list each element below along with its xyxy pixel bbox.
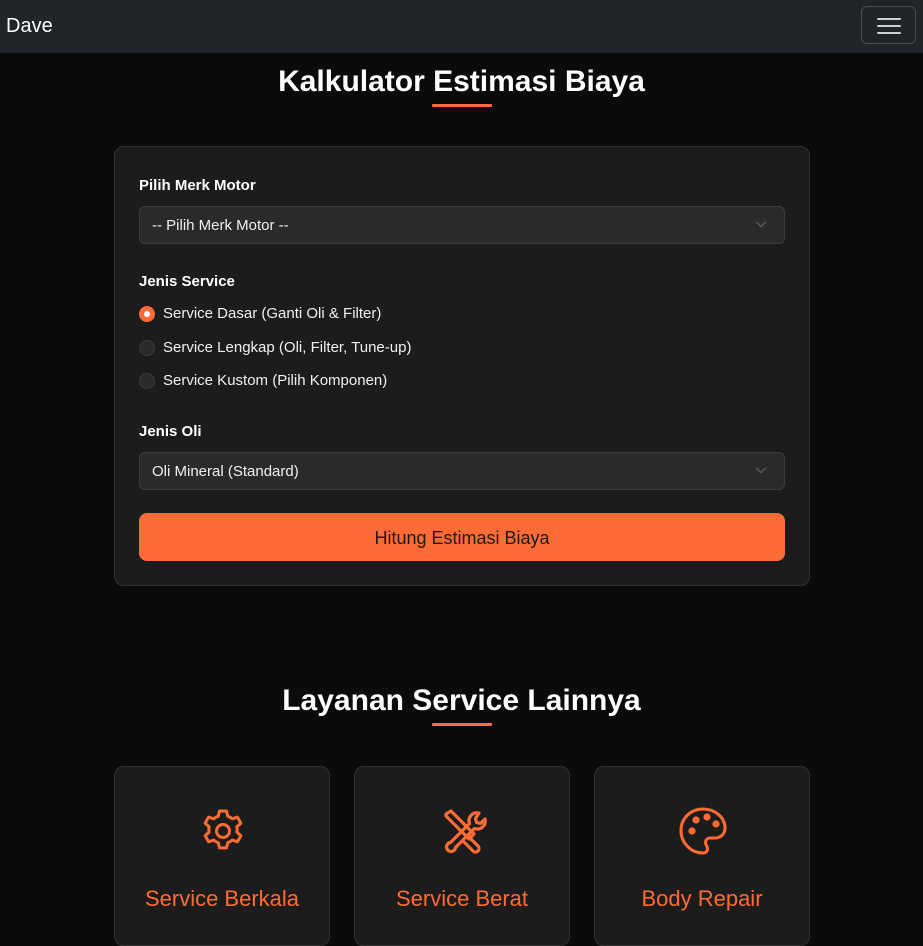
palette-icon [679,807,727,855]
gear-icon [203,809,243,850]
radio-button[interactable] [139,373,155,389]
service-card-body-repair[interactable]: Body Repair [594,766,810,946]
services-title: Layanan Service Lainnya [282,684,641,717]
radio-service-dasar[interactable]: Service Dasar (Ganti Oli & Filter) [139,303,539,325]
radio-label: Service Dasar (Ganti Oli & Filter) [163,305,382,322]
radio-service-kustom[interactable]: Service Kustom (Pilih Komponen) [139,370,539,392]
calculator-card: Pilih Merk Motor -- Pilih Merk Motor -- … [114,146,810,586]
calculator-title: Kalkulator Estimasi Biaya [278,65,645,98]
calculator-title-underline [432,104,492,107]
service-card-title: Service Berkala [144,886,300,911]
chevron-down-icon [755,221,767,228]
service-card-title: Body Repair [641,886,763,911]
radio-label: Service Lengkap (Oli, Filter, Tune-up) [163,339,412,356]
radio-service-lengkap[interactable]: Service Lengkap (Oli, Filter, Tune-up) [139,337,539,359]
service-card-berkala[interactable]: Service Berkala [114,766,330,946]
oil-type-label: Jenis Oli [139,423,202,440]
service-type-label: Jenis Service [139,273,235,290]
radio-button[interactable] [139,340,155,356]
navbar: Dave [0,0,923,53]
oil-select-value: Oli Mineral (Standard) [152,463,299,480]
service-card-title: Service Berat [395,886,529,911]
brand-select-value: -- Pilih Merk Motor -- [152,217,289,234]
oil-select[interactable]: Oli Mineral (Standard) [139,452,785,490]
services-title-underline [432,723,492,726]
radio-label: Service Kustom (Pilih Komponen) [163,372,388,389]
service-card-berat[interactable]: Service Berat [354,766,570,946]
brand-logo-text[interactable]: Dave [6,14,53,38]
brand-select-label: Pilih Merk Motor [139,177,256,194]
calculate-estimate-button[interactable]: Hitung Estimasi Biaya [139,513,785,561]
brand-select[interactable]: -- Pilih Merk Motor -- [139,206,785,244]
chevron-down-icon [755,467,767,474]
tools-icon [444,809,487,854]
hamburger-menu-button[interactable] [861,6,916,44]
radio-button-checked[interactable] [139,306,155,322]
